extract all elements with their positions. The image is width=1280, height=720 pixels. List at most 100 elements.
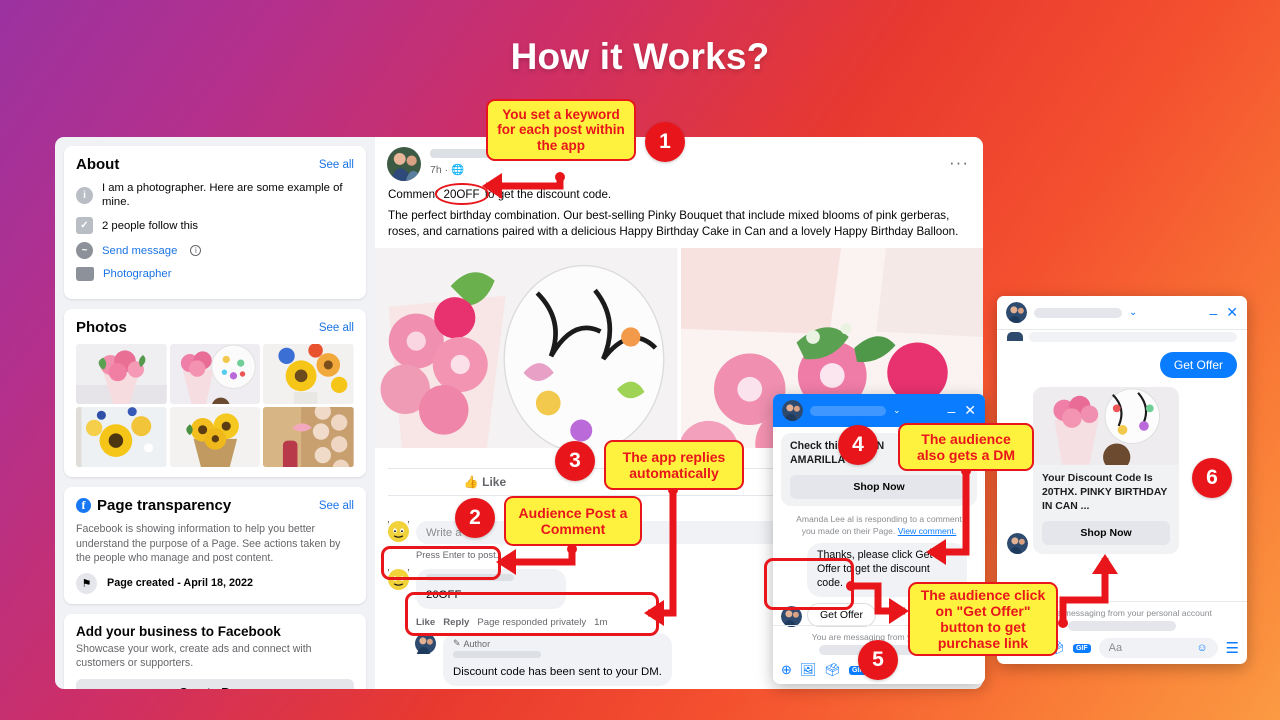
post-description: The perfect birthday combination. Our be… xyxy=(388,209,959,238)
chevron-down-icon[interactable]: ⌄ xyxy=(1129,307,1137,318)
step-badge-2: 2 xyxy=(455,498,495,538)
about-row-bio: i I am a photographer. Here are some exa… xyxy=(76,181,354,209)
about-title: About xyxy=(76,156,120,173)
facebook-icon: f xyxy=(76,498,91,514)
messenger-user-avatar[interactable] xyxy=(1006,302,1027,323)
page-transparency-card: f Page transparency See all Facebook is … xyxy=(64,487,366,604)
photos-card-header: Photos See all xyxy=(76,319,354,336)
photo-thumbnail[interactable] xyxy=(263,344,354,405)
step-badge-6: 6 xyxy=(1192,458,1232,498)
responding-note: Amanda Lee al is responding to a comment… xyxy=(781,506,977,543)
photo-thumbnail[interactable] xyxy=(76,344,167,405)
info-icon: i xyxy=(76,186,93,204)
post-menu-icon[interactable]: ··· xyxy=(949,153,969,173)
briefcase-icon xyxy=(76,267,94,282)
step-badge-5: 5 xyxy=(858,640,898,680)
author-badge: ✎ Author xyxy=(453,638,491,649)
messenger-page-window-controls: – ✕ xyxy=(947,402,976,419)
callout-step-5: The audience click on "Get Offer" button… xyxy=(908,582,1058,656)
minimize-icon[interactable]: – xyxy=(1209,305,1217,321)
gif-icon[interactable]: GIF xyxy=(1072,643,1091,653)
user-avatar-emoji xyxy=(388,521,409,543)
transparency-created-row: ⚑ Page created - April 18, 2022 xyxy=(76,572,354,594)
photos-grid xyxy=(76,344,354,468)
photos-see-all-link[interactable]: See all xyxy=(319,322,354,334)
author-avatar xyxy=(415,633,436,655)
user-product-card-title: Your Discount Code Is 20THX. PINKY BIRTH… xyxy=(1042,473,1168,513)
highlight-author-reply xyxy=(405,592,659,636)
photo-thumbnail[interactable] xyxy=(263,407,354,468)
page-created-text: Page created - April 18, 2022 xyxy=(107,577,254,590)
messenger-user-reply-avatar xyxy=(1007,533,1028,555)
image-icon[interactable]: 🖼 xyxy=(800,662,817,678)
keyword-highlight-oval xyxy=(434,183,489,206)
previous-message-crop xyxy=(1029,332,1237,342)
post-keyword: 20OFF xyxy=(434,183,489,206)
step-badge-1: 1 xyxy=(645,122,685,162)
page-card-shop-now-button[interactable]: Shop Now xyxy=(790,474,968,499)
sticker-icon[interactable]: 🗳 xyxy=(824,662,841,678)
add-icon[interactable]: ⊕ xyxy=(781,662,792,678)
facebook-sidebar: About See all i I am a photographer. Her… xyxy=(55,137,375,689)
like-button[interactable]: 👍 Like xyxy=(388,469,582,495)
post-time-text: 7h xyxy=(430,164,442,176)
callout-step-3: The app replies automatically xyxy=(604,440,744,490)
view-comment-link[interactable]: View comment. xyxy=(898,526,957,536)
photo-thumbnail[interactable] xyxy=(76,407,167,468)
callout-step-1: You set a keyword for each post within t… xyxy=(486,99,636,161)
about-bio-text: I am a photographer. Here are some examp… xyxy=(102,182,343,209)
add-business-card: Add your business to Facebook Showcase y… xyxy=(64,613,366,689)
add-business-body: Showcase your work, create ads and conne… xyxy=(76,642,312,670)
user-sent-get-offer-bubble: Get Offer xyxy=(1159,352,1237,378)
post-body: Comment 20OFF to get the discount code. … xyxy=(375,183,983,248)
messenger-user-name-redacted xyxy=(1034,307,1122,318)
messenger-user-window-controls: – ✕ xyxy=(1209,304,1238,321)
about-row-category[interactable]: Photographer xyxy=(76,267,354,282)
photo-thumbnail[interactable] xyxy=(169,407,261,468)
about-see-all-link[interactable]: See all xyxy=(319,159,354,171)
step-badge-3: 3 xyxy=(555,441,595,481)
close-icon[interactable]: ✕ xyxy=(964,402,976,419)
post-keyword-line: Comment 20OFF to get the discount code. xyxy=(388,183,970,206)
photo-thumbnail[interactable] xyxy=(169,344,261,405)
minimize-icon[interactable]: – xyxy=(947,403,955,419)
messenger-user-header: ⌄ – ✕ xyxy=(997,296,1247,330)
emoji-icon[interactable]: ☺ xyxy=(1196,642,1207,654)
create-page-button[interactable]: Create Page xyxy=(76,679,354,689)
transparency-title: Page transparency xyxy=(97,497,232,515)
chevron-down-icon[interactable]: ⌄ xyxy=(893,405,901,416)
messenger-icon: ~ xyxy=(76,242,93,260)
close-icon[interactable]: ✕ xyxy=(1226,304,1238,321)
author-name-redacted xyxy=(453,651,541,659)
callout-step-2: Audience Post a Comment xyxy=(504,496,642,546)
like-label: Like xyxy=(482,475,507,490)
photos-card: Photos See all xyxy=(64,309,366,478)
send-message-link[interactable]: Send message xyxy=(102,244,177,258)
about-card-header: About See all xyxy=(76,156,354,173)
user-footer-name-redacted xyxy=(1068,621,1176,631)
check-square-icon: ✓ xyxy=(76,217,93,235)
messenger-user-body: Get Offer Your Discount Code Is 20THX. P… xyxy=(997,330,1247,560)
user-card-shop-now-button[interactable]: Shop Now xyxy=(1042,521,1170,546)
photos-title: Photos xyxy=(76,319,127,337)
previous-message-avatar-crop xyxy=(1007,332,1023,341)
step-badge-4: 4 xyxy=(838,425,878,465)
post-image-left[interactable] xyxy=(375,248,678,449)
about-row-send-message[interactable]: ~ Send message i xyxy=(76,242,354,260)
post-timestamp: 7h · 🌐 xyxy=(430,164,465,176)
info-circle-icon: i xyxy=(190,245,202,257)
transparency-see-all-link[interactable]: See all xyxy=(319,500,354,512)
message-input[interactable]: Aa ☺ xyxy=(1098,638,1218,658)
about-row-followers: ✓ 2 people follow this xyxy=(76,217,354,235)
slide-canvas: How it Works? About See all i I am a pho… xyxy=(0,0,1280,720)
about-followers-text: 2 people follow this xyxy=(102,219,199,232)
author-reply-bubble: ✎ Author Discount code has been sent to … xyxy=(443,633,672,687)
messenger-page-avatar[interactable] xyxy=(782,400,803,421)
author-reply-text: Discount code has been sent to your DM. xyxy=(453,666,662,679)
menu-icon[interactable]: ☰ xyxy=(1226,639,1239,657)
author-badge-label: Author xyxy=(463,638,491,649)
transparency-card-header: f Page transparency See all xyxy=(76,497,354,514)
category-link[interactable]: Photographer xyxy=(103,267,171,281)
page-title: How it Works? xyxy=(510,36,770,77)
post-author-avatar[interactable] xyxy=(387,147,421,181)
